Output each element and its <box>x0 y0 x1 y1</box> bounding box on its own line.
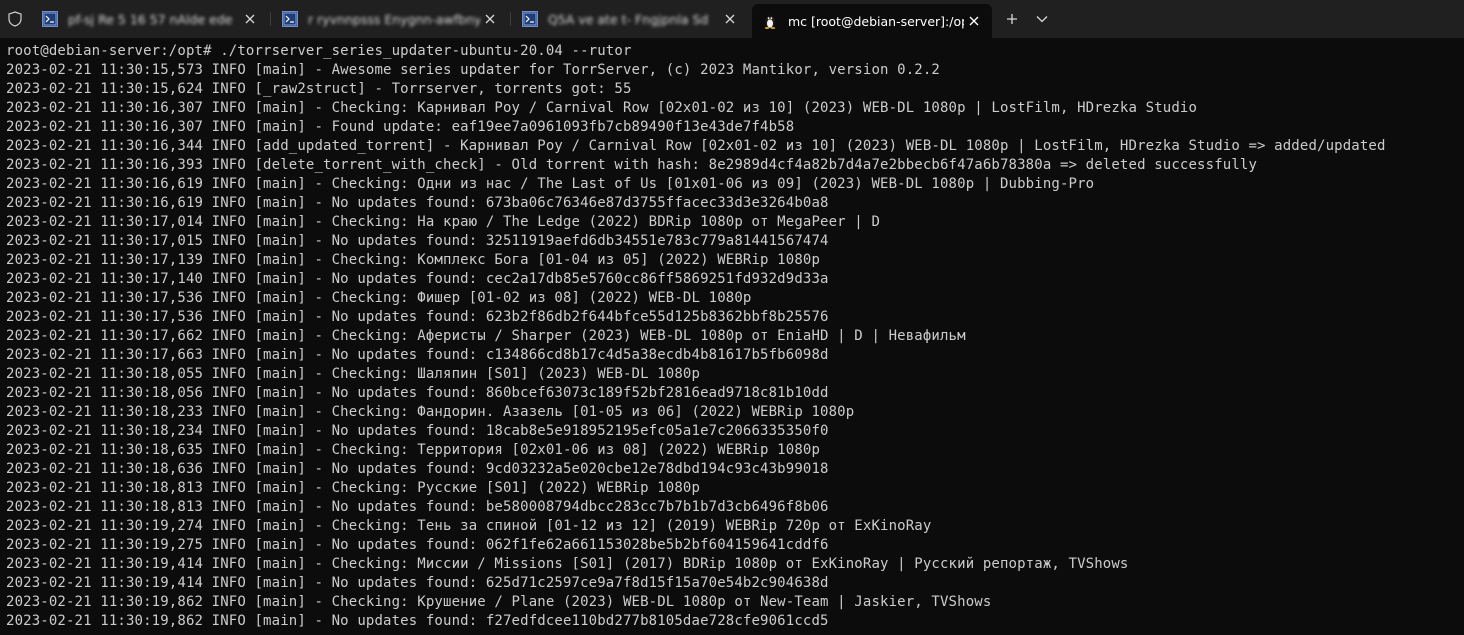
chevron-down-icon <box>1036 16 1048 23</box>
terminal-line: 2023-02-21 11:30:17,014 INFO [main] - Ch… <box>6 214 881 230</box>
terminal-line: 2023-02-21 11:30:19,274 INFO [main] - Ch… <box>6 518 932 534</box>
terminal-line: 2023-02-21 11:30:17,139 INFO [main] - Ch… <box>6 252 821 268</box>
terminal-line: 2023-02-21 11:30:17,015 INFO [main] - No… <box>6 233 829 249</box>
close-icon[interactable] <box>480 9 500 29</box>
terminal-line: 2023-02-21 11:30:15,573 INFO [main] - Aw… <box>6 62 940 78</box>
tab-label: Q5A ve ate t- Fngjpnla Sd <box>548 11 709 27</box>
new-tab-button[interactable] <box>998 7 1026 31</box>
terminal-line: 2023-02-21 11:30:18,636 INFO [main] - No… <box>6 461 829 477</box>
terminal-line: 2023-02-21 11:30:16,619 INFO [main] - Ch… <box>6 176 1095 192</box>
terminal-line: 2023-02-21 11:30:19,862 INFO [main] - Ch… <box>6 594 992 610</box>
terminal-line: 2023-02-21 11:30:19,414 INFO [main] - Ch… <box>6 556 1129 572</box>
terminal-line: 2023-02-21 11:30:18,635 INFO [main] - Ch… <box>6 442 821 458</box>
plus-icon <box>1007 14 1017 24</box>
terminal-line: root@debian-server:/opt# ./torrserver_se… <box>6 43 632 59</box>
terminal-line: 2023-02-21 11:30:17,536 INFO [main] - Ch… <box>6 290 752 306</box>
tab-powershell-2[interactable]: r ryvnnpsss Enygnn-awfbnyys <box>272 4 508 34</box>
terminal-line: 2023-02-21 11:30:17,536 INFO [main] - No… <box>6 309 829 325</box>
powershell-icon <box>522 11 538 27</box>
terminal-line: 2023-02-21 11:30:18,234 INFO [main] - No… <box>6 423 829 439</box>
terminal-line: 2023-02-21 11:30:16,344 INFO [add_update… <box>6 138 1386 154</box>
terminal-window: pf-sj Re 5 16 57 nAlde ede r ryvnnpsss E… <box>0 0 1464 635</box>
terminal-line: 2023-02-21 11:30:18,813 INFO [main] - No… <box>6 499 829 515</box>
tab-dropdown-button[interactable] <box>1028 7 1056 31</box>
terminal-line: 2023-02-21 11:30:17,663 INFO [main] - No… <box>6 347 829 363</box>
linux-tux-icon <box>762 13 778 29</box>
tab-label: r ryvnnpsss Enygnn-awfbnyys <box>308 11 480 27</box>
terminal-line: 2023-02-21 11:30:18,813 INFO [main] - Ch… <box>6 480 701 496</box>
terminal-line: 2023-02-21 11:30:19,414 INFO [main] - No… <box>6 575 829 591</box>
terminal-line: 2023-02-21 11:30:16,307 INFO [main] - Ch… <box>6 100 1198 116</box>
tab-powershell-3[interactable]: Q5A ve ate t- Fngjpnla Sd <box>512 4 748 34</box>
terminal-line: 2023-02-21 11:30:15,624 INFO [_raw2struc… <box>6 81 632 97</box>
tab-divider <box>270 12 271 26</box>
terminal-line: 2023-02-21 11:30:18,056 INFO [main] - No… <box>6 385 829 401</box>
tab-mc-debian[interactable]: mc [root@debian-server]:/opt <box>752 4 992 38</box>
shield-icon[interactable] <box>0 0 30 38</box>
tab-divider <box>510 12 511 26</box>
terminal-output[interactable]: root@debian-server:/opt# ./torrserver_se… <box>6 42 1462 635</box>
close-icon[interactable] <box>240 9 260 29</box>
powershell-icon <box>282 11 298 27</box>
terminal-line: 2023-02-21 11:30:19,275 INFO [main] - No… <box>6 537 829 553</box>
tab-bar: pf-sj Re 5 16 57 nAlde ede r ryvnnpsss E… <box>0 0 1464 38</box>
tab-label: mc [root@debian-server]:/opt <box>788 13 964 29</box>
terminal-line: 2023-02-21 11:30:17,662 INFO [main] - Ch… <box>6 328 966 344</box>
terminal-line: 2023-02-21 11:30:16,619 INFO [main] - No… <box>6 195 829 211</box>
close-icon[interactable] <box>720 9 740 29</box>
terminal-line: 2023-02-21 11:30:19,862 INFO [main] - No… <box>6 613 829 629</box>
tab-powershell-1[interactable]: pf-sj Re 5 16 57 nAlde ede <box>32 4 268 34</box>
terminal-line: 2023-02-21 11:30:16,393 INFO [delete_tor… <box>6 157 1258 173</box>
terminal-line: 2023-02-21 11:30:18,055 INFO [main] - Ch… <box>6 366 701 382</box>
close-icon[interactable] <box>964 11 984 31</box>
terminal-line: 2023-02-21 11:30:18,233 INFO [main] - Ch… <box>6 404 855 420</box>
powershell-icon <box>42 11 58 27</box>
tab-label: pf-sj Re 5 16 57 nAlde ede <box>68 11 233 27</box>
terminal-line: 2023-02-21 11:30:16,307 INFO [main] - Fo… <box>6 119 795 135</box>
terminal-line: 2023-02-21 11:30:17,140 INFO [main] - No… <box>6 271 829 287</box>
